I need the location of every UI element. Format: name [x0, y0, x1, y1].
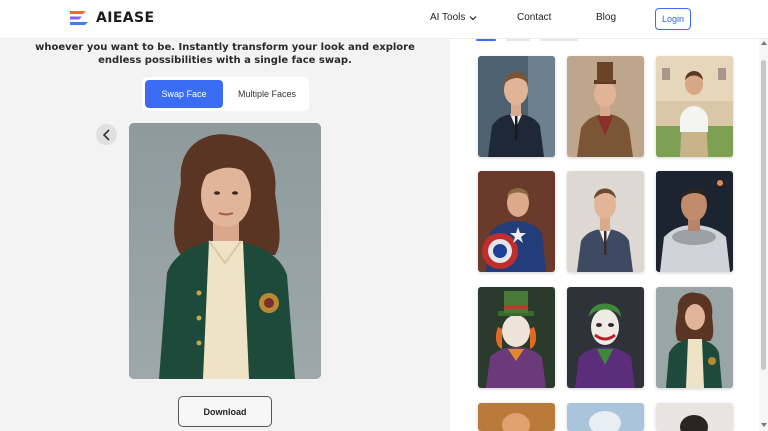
top-header: AIEASE AI Tools Contact Blog Login	[0, 0, 768, 39]
editor-panel: whoever you want to be. Instantly transf…	[0, 39, 450, 431]
template-superhero[interactable]	[478, 171, 555, 272]
previous-button[interactable]	[96, 124, 117, 145]
download-button[interactable]: Download	[178, 396, 272, 427]
brand-name: AIEASE	[96, 10, 155, 26]
template-gallery	[450, 39, 768, 431]
scroll-up-icon[interactable]	[761, 41, 767, 45]
swap-face-tab[interactable]: Swap Face	[145, 80, 223, 108]
gallery-tab[interactable]	[506, 39, 530, 41]
scroll-down-icon[interactable]	[761, 423, 767, 427]
nav-contact[interactable]: Contact	[517, 12, 551, 23]
gallery-tab-active[interactable]	[476, 39, 496, 41]
template-mansion-casual[interactable]	[656, 56, 733, 157]
aiease-logo-icon	[70, 11, 88, 25]
nav-blog-label: Blog	[596, 12, 617, 23]
template-businessman[interactable]	[478, 56, 555, 157]
template-partial[interactable]	[656, 403, 733, 431]
scrollbar-thumb[interactable]	[761, 60, 766, 370]
hero-tagline: whoever you want to be. Instantly transf…	[35, 42, 415, 66]
template-green-cardigan[interactable]	[656, 287, 733, 388]
nav-contact-label: Contact	[517, 12, 552, 23]
chevron-down-icon	[469, 15, 477, 20]
brand-logo[interactable]: AIEASE	[68, 10, 155, 26]
template-partial[interactable]	[567, 403, 644, 431]
result-preview-image	[129, 123, 321, 379]
mode-switch: Swap Face Multiple Faces	[142, 77, 309, 111]
template-partial[interactable]	[478, 403, 555, 431]
template-astronaut[interactable]	[656, 171, 733, 272]
template-victorian-gentleman[interactable]	[567, 56, 644, 157]
template-joker[interactable]	[567, 287, 644, 388]
nav-blog[interactable]: Blog	[596, 12, 616, 23]
nav-ai-tools-label: AI Tools	[430, 12, 466, 23]
nav-ai-tools[interactable]: AI Tools	[430, 12, 477, 23]
multiple-faces-tab[interactable]: Multiple Faces	[228, 80, 306, 108]
chevron-left-icon	[102, 128, 110, 141]
template-mad-hatter[interactable]	[478, 287, 555, 388]
login-button[interactable]: Login	[655, 8, 691, 30]
template-suit-portrait[interactable]	[567, 171, 644, 272]
gallery-tab[interactable]	[540, 39, 578, 41]
